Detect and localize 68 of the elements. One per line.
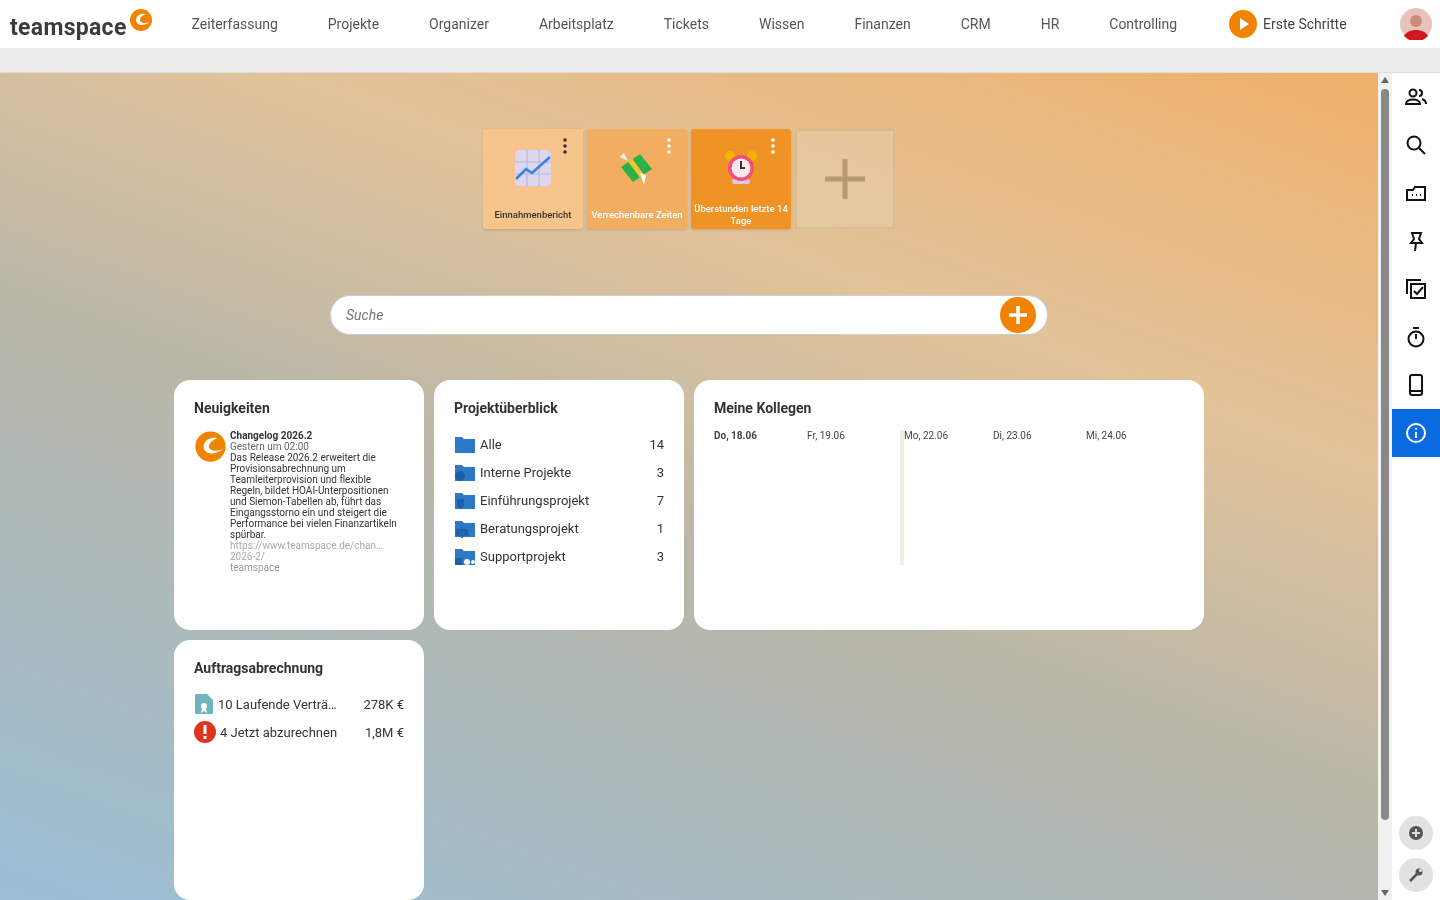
plus-icon: [823, 157, 867, 201]
tasks-icon: [1405, 278, 1427, 300]
billing-row[interactable]: 4 Jetzt abzurechnen 1,8M €: [194, 718, 404, 746]
nav-link[interactable]: Wissen: [734, 16, 830, 32]
news-time: Gestern um 02:00: [230, 441, 310, 452]
add-icon[interactable]: [1000, 297, 1036, 333]
tile-label: Verrechenbare Zeiten: [591, 208, 683, 222]
card-title: Auftragsabrechnung: [194, 660, 325, 676]
news-text: Das Release 2026.2 erweitert die Provisionsabrechnung um Teamleiterprovision und flexible Regeln, bildet HOAI-Unterpositionen und Siemon-Tabellen ab, führt das Eingangsstorno ein und steigert die Performance bei vielen Finanzartikeln spürbar.: [230, 452, 398, 540]
nav-link[interactable]: Arbeitsplatz: [513, 16, 639, 32]
project-row[interactable]: Alle 14: [454, 430, 664, 458]
more-icon[interactable]: [563, 138, 567, 154]
folder-icon: [454, 462, 476, 482]
project-row[interactable]: Beratungsprojekt 1: [454, 514, 664, 542]
play-icon: [1229, 10, 1258, 38]
first-steps-link[interactable]: Erste Schritte: [1229, 10, 1347, 38]
day-header: Mi, 24.06: [1086, 430, 1127, 441]
card-title: Meine Kollegen: [714, 400, 813, 416]
brand-name[interactable]: teamspace: [10, 13, 127, 41]
project-row[interactable]: Supportprojekt 3: [454, 542, 664, 570]
nav-link[interactable]: Organizer: [404, 16, 514, 32]
search-icon: [1405, 134, 1427, 156]
chart-icon: [514, 149, 552, 187]
nav-link[interactable]: Tickets: [638, 16, 734, 32]
logo-icon: [194, 430, 227, 463]
day-header: Mo, 22.06: [904, 430, 948, 441]
nav-link[interactable]: HR: [1015, 16, 1085, 32]
news-source: teamspace: [230, 562, 281, 573]
nav-link[interactable]: Projekte: [302, 16, 405, 32]
day-header: Fr, 19.06: [807, 430, 845, 441]
nav-link[interactable]: CRM: [935, 16, 1016, 32]
scrollbar-thumb[interactable]: [1381, 89, 1389, 820]
add-tile-button[interactable]: [795, 129, 895, 229]
info-button[interactable]: [1392, 409, 1440, 457]
day-header: Di, 23.06: [993, 430, 1032, 441]
info-icon: [1405, 422, 1427, 444]
search-input[interactable]: Suche: [344, 306, 1000, 324]
nav-link[interactable]: Finanzen: [829, 16, 936, 32]
nav-link[interactable]: Controlling: [1084, 16, 1203, 32]
people-icon: [1405, 86, 1427, 108]
wrench-icon: [1408, 867, 1424, 883]
card-title: Projektüberblick: [454, 400, 559, 416]
timer-icon: [1405, 326, 1427, 348]
logo-icon: [128, 7, 153, 32]
alarm-clock-icon: [722, 149, 760, 187]
search-field[interactable]: Suche: [330, 295, 1048, 335]
avatar[interactable]: [1400, 8, 1432, 40]
tile-label: Einnahmenbericht: [494, 208, 572, 222]
dashboard-tile[interactable]: Einnahmenbericht: [483, 129, 583, 229]
folder-icon: [454, 546, 476, 566]
project-row[interactable]: Einführungsprojekt 7: [454, 486, 664, 514]
nav-link[interactable]: Zeiterfassung: [166, 16, 303, 32]
tile-label: Überstunden letzte 14 Tage: [693, 202, 789, 228]
news-heading[interactable]: Changelog 2026.2: [230, 430, 402, 441]
plus-circle-icon: [1409, 826, 1423, 840]
add-widget-button[interactable]: [1399, 816, 1433, 850]
scroll-down-icon[interactable]: [1381, 890, 1389, 896]
alert-icon: [194, 721, 216, 743]
folder-icon: [454, 490, 476, 510]
card-title: Neuigkeiten: [194, 400, 271, 416]
day-header: Do, 18.06: [714, 430, 757, 441]
billing-row[interactable]: 10 Laufende Verträ… 278K €: [194, 690, 404, 718]
project-row[interactable]: Interne Projekte 3: [454, 458, 664, 486]
folder-icon: [454, 518, 476, 538]
folder-icon: [454, 434, 476, 454]
document-icon: [194, 693, 214, 715]
scroll-up-icon[interactable]: [1381, 77, 1389, 83]
settings-button[interactable]: [1399, 858, 1433, 892]
